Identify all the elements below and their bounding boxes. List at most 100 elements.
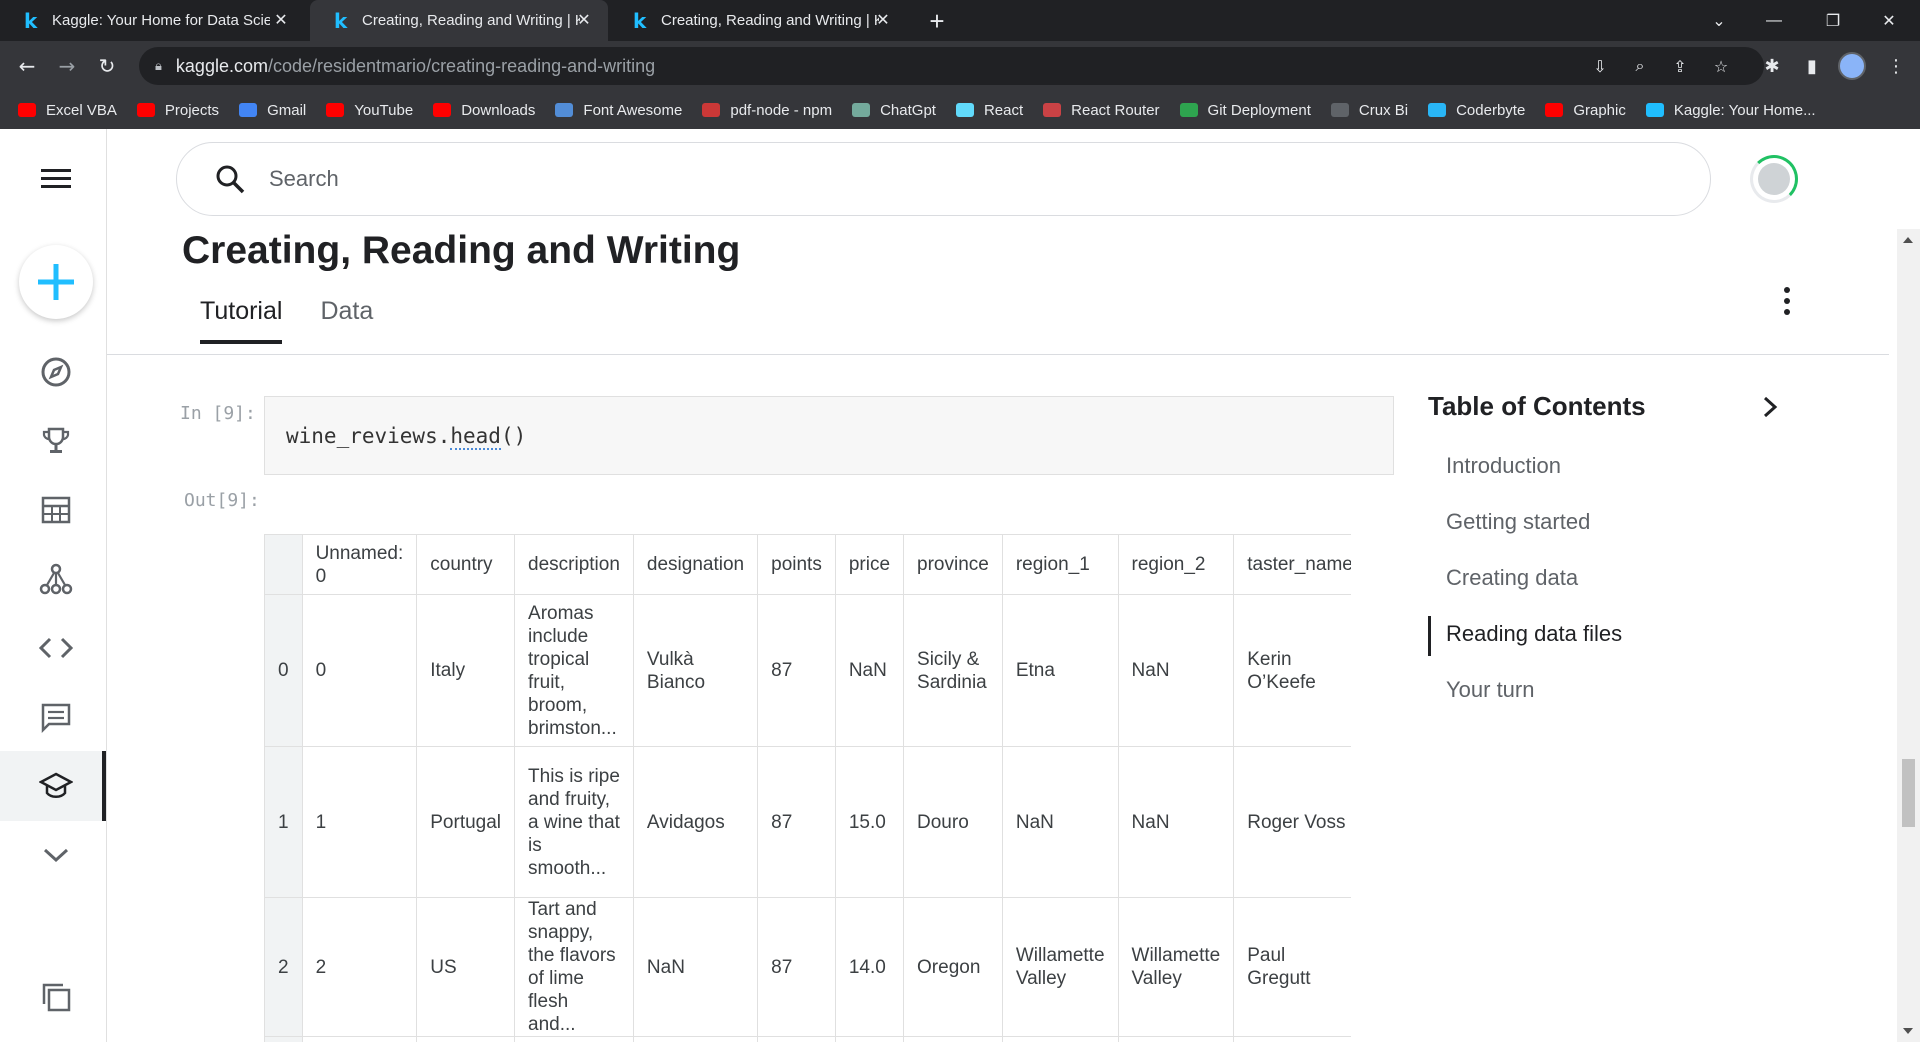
header-cell: country	[416, 534, 516, 595]
bookmark-item[interactable]: React	[955, 102, 1023, 119]
bookmark-favicon-icon	[1545, 103, 1564, 117]
bookmark-item[interactable]: Coderbyte	[1428, 102, 1525, 119]
table-cell: 14.0	[834, 897, 905, 1037]
toc-title: Table of Contents	[1428, 391, 1646, 421]
chrome-menu-icon[interactable]: ⋮	[1880, 50, 1912, 82]
bookmark-item[interactable]: React Router	[1043, 102, 1160, 119]
discussion-icon[interactable]	[30, 691, 82, 743]
learn-graduation-cap-icon[interactable]	[30, 760, 82, 812]
bookmark-label: Excel VBA	[46, 101, 117, 119]
kaggle-sidebar	[0, 129, 107, 1042]
profile-avatar[interactable]	[1838, 52, 1866, 80]
new-tab-button[interactable]: +	[922, 6, 952, 36]
code-icon[interactable]	[30, 622, 82, 674]
forward-icon[interactable]: →	[51, 50, 83, 82]
table-cell: Douro	[903, 746, 1003, 898]
bookmark-item[interactable]: Git Deployment	[1179, 102, 1311, 119]
code-parens: ()	[500, 423, 527, 448]
table-cell: Kerin O’Keefe	[1233, 594, 1351, 747]
install-app-icon[interactable]: ⇩	[1587, 56, 1613, 76]
browser-tab-creating-active[interactable]: k Creating, Reading and Writing | Kaggle…	[310, 0, 608, 41]
close-tab-icon[interactable]: ✕	[574, 10, 594, 30]
bookmark-label: Coderbyte	[1456, 101, 1526, 119]
more-options-icon[interactable]	[1780, 287, 1794, 319]
chevron-right-icon[interactable]	[1758, 395, 1782, 419]
row-index-cell	[264, 1036, 303, 1042]
bookmark-item[interactable]: Crux Bi	[1330, 101, 1409, 119]
scrollbar-thumb[interactable]	[1902, 759, 1915, 827]
row-index-cell: 1	[264, 746, 303, 898]
toc-item-introduction[interactable]: Introduction	[1446, 453, 1561, 479]
back-icon[interactable]: ←	[11, 50, 43, 82]
bookmark-label: Crux Bi	[1358, 101, 1409, 119]
browser-toolbar: ← → ↻ 🔒︎ kaggle.com/code/residentmario/c…	[0, 41, 1920, 91]
chevron-down-icon[interactable]	[30, 829, 82, 881]
table-cell: This is ripe and fruity, a wine that is …	[514, 746, 634, 898]
table-cell	[834, 1036, 905, 1042]
bookmark-item[interactable]: Kaggle: Your Home...	[1645, 102, 1816, 119]
toc-item-getting-started[interactable]: Getting started	[1446, 509, 1590, 535]
extensions-puzzle-icon[interactable]: ✱	[1756, 50, 1788, 82]
scroll-up-arrow-icon[interactable]	[1903, 237, 1913, 243]
side-panel-icon[interactable]: ▮	[1796, 50, 1828, 82]
bookmark-favicon-icon	[955, 103, 974, 117]
table-cell	[301, 1036, 418, 1042]
table-cell: Tart and snappy, the flavors of lime fle…	[514, 897, 634, 1037]
models-network-icon[interactable]	[30, 553, 82, 605]
out-prompt: Out[9]:	[184, 490, 260, 511]
table-cell	[1233, 1036, 1351, 1042]
close-tab-icon[interactable]: ✕	[271, 10, 291, 30]
bookmark-label: Projects	[164, 101, 220, 119]
bookmark-item[interactable]: YouTube	[326, 102, 413, 119]
scroll-down-arrow-icon[interactable]	[1903, 1028, 1913, 1034]
code-line: wine_reviews.head()	[286, 423, 527, 450]
row-index-cell: 2	[264, 897, 303, 1037]
page-scrollbar[interactable]	[1897, 229, 1920, 1042]
restore-button[interactable]: ❐	[1810, 0, 1856, 41]
minimize-button[interactable]: —	[1751, 0, 1797, 41]
collections-copy-icon[interactable]	[30, 971, 82, 1023]
header-cell: region_1	[1001, 534, 1119, 595]
code-cell[interactable]: wine_reviews.head()	[264, 396, 1394, 475]
user-avatar-button[interactable]	[1750, 155, 1798, 203]
avatar	[1758, 163, 1790, 195]
table-datasets-icon[interactable]	[30, 484, 82, 536]
in-prompt: In [9]:	[180, 403, 256, 424]
table-cell: NaN	[632, 897, 759, 1037]
bookmark-item[interactable]: Graphic	[1545, 102, 1626, 119]
tab-data[interactable]: Data	[320, 297, 373, 344]
reload-icon[interactable]: ↻	[91, 50, 123, 82]
close-tab-icon[interactable]: ✕	[873, 10, 893, 30]
kaggle-page: Search Creating, Reading and Writing Tut…	[0, 129, 1920, 1042]
url-text: kaggle.com/code/residentmario/creating-r…	[176, 56, 655, 77]
toc-item-reading-data-files[interactable]: Reading data files	[1446, 621, 1622, 647]
search-bar[interactable]: Search	[176, 142, 1711, 216]
zoom-icon[interactable]: ⌕	[1627, 56, 1653, 76]
kaggle-favicon-icon: k	[633, 8, 647, 33]
compass-icon[interactable]	[30, 346, 82, 398]
trophy-icon[interactable]	[30, 415, 82, 467]
bookmark-item[interactable]: Gmail	[239, 102, 306, 119]
tab-search-icon[interactable]: ⌄	[1696, 0, 1742, 41]
table-row: 1 1 Portugal This is ripe and fruity, a win…	[264, 746, 1351, 898]
create-button[interactable]	[19, 245, 93, 319]
browser-tab-creating[interactable]: k Creating, Reading and Writing | Kaggle…	[609, 0, 907, 41]
toc-item-your-turn[interactable]: Your turn	[1446, 677, 1534, 703]
address-bar[interactable]: 🔒︎ kaggle.com/code/residentmario/creatin…	[139, 47, 1764, 85]
close-window-button[interactable]: ✕	[1866, 0, 1912, 41]
bookmark-item[interactable]: ChatGpt	[852, 102, 936, 119]
bookmark-star-icon[interactable]: ☆	[1708, 56, 1734, 76]
bookmark-item[interactable]: Excel VBA	[18, 102, 117, 119]
bookmark-label: ChatGpt	[880, 101, 936, 119]
toc-item-creating-data[interactable]: Creating data	[1446, 565, 1578, 591]
code-object: wine_reviews	[286, 423, 438, 448]
browser-tab-kaggle-home[interactable]: k Kaggle: Your Home for Data Science ✕	[0, 0, 305, 41]
tab-tutorial[interactable]: Tutorial	[200, 297, 283, 344]
bookmark-item[interactable]: Downloads	[433, 102, 535, 119]
bookmark-item[interactable]: pdf-node - npm	[702, 102, 832, 119]
hamburger-menu-icon[interactable]	[30, 153, 82, 205]
page-title: Creating, Reading and Writing	[182, 229, 741, 272]
share-icon[interactable]: ⇪	[1667, 56, 1693, 76]
bookmark-item[interactable]: Projects	[136, 101, 220, 119]
bookmark-item[interactable]: Font Awesome	[555, 102, 682, 119]
